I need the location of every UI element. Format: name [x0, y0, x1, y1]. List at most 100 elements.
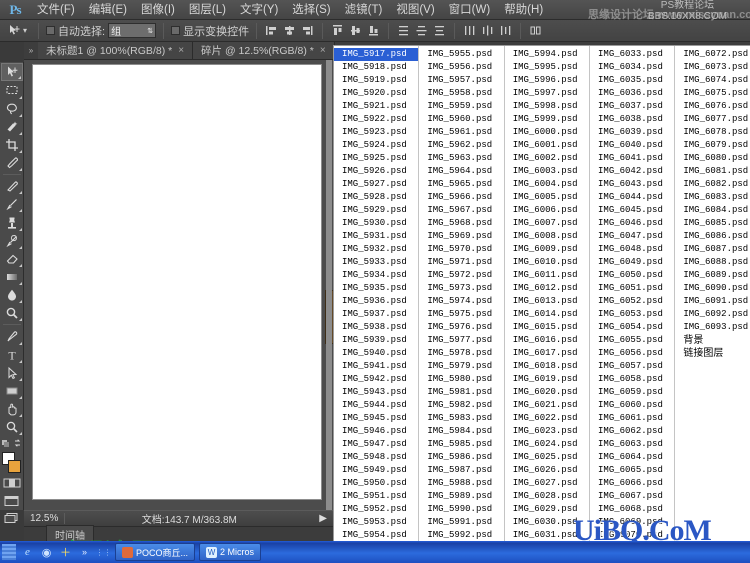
file-list-item[interactable]: IMG_6043.psd	[590, 178, 674, 191]
file-list-item[interactable]: IMG_5924.psd	[334, 139, 418, 152]
file-list-item[interactable]: IMG_5976.psd	[419, 321, 503, 334]
file-list-item[interactable]: IMG_5965.psd	[419, 178, 503, 191]
file-list-item[interactable]: IMG_6030.psd	[505, 516, 589, 529]
menu-image[interactable]: 图像(I)	[134, 0, 182, 20]
file-list-panel[interactable]: IMG_5917.psd IMG_5918.psd IMG_5919.psd IMG_…	[333, 45, 750, 563]
file-list-item[interactable]: IMG_5952.psd	[334, 503, 418, 516]
distribute-left-edges-icon[interactable]	[462, 23, 477, 38]
file-list-item[interactable]: IMG_6023.psd	[505, 425, 589, 438]
file-list-item[interactable]: IMG_6014.psd	[505, 308, 589, 321]
file-list-item[interactable]: IMG_6065.psd	[590, 464, 674, 477]
file-list-item[interactable]: IMG_6016.psd	[505, 334, 589, 347]
file-list-item[interactable]: IMG_6059.psd	[590, 386, 674, 399]
file-list-item[interactable]: IMG_5978.psd	[419, 347, 503, 360]
file-list-item[interactable]: IMG_5979.psd	[419, 360, 503, 373]
file-list-item[interactable]: IMG_5977.psd	[419, 334, 503, 347]
file-list-item[interactable]: IMG_6027.psd	[505, 477, 589, 490]
file-list-item[interactable]: IMG_5997.psd	[505, 87, 589, 100]
auto-select-dropdown[interactable]: 组 ⇅	[108, 23, 157, 38]
file-list-item[interactable]: IMG_5927.psd	[334, 178, 418, 191]
tool-hand[interactable]	[1, 400, 23, 418]
file-list-item[interactable]: IMG_6048.psd	[590, 243, 674, 256]
file-list-item[interactable]: IMG_6090.psd	[675, 282, 750, 295]
file-list-item[interactable]: IMG_6055.psd	[590, 334, 674, 347]
tool-move[interactable]	[0, 63, 23, 82]
tool-eraser[interactable]	[1, 250, 23, 268]
file-list-item[interactable]: IMG_6069.psd	[590, 516, 674, 529]
file-list-item[interactable]: IMG_5980.psd	[419, 373, 503, 386]
file-list-item[interactable]: IMG_5946.psd	[334, 425, 418, 438]
file-list-item[interactable]: IMG_6039.psd	[590, 126, 674, 139]
file-list-item[interactable]: IMG_6080.psd	[675, 152, 750, 165]
start-button[interactable]	[2, 544, 16, 560]
file-list-item[interactable]: IMG_6038.psd	[590, 113, 674, 126]
file-list-item[interactable]: IMG_6021.psd	[505, 399, 589, 412]
file-list-item[interactable]: IMG_6064.psd	[590, 451, 674, 464]
file-list-item[interactable]: IMG_5928.psd	[334, 191, 418, 204]
file-list-item[interactable]: 链接图层	[675, 347, 750, 360]
file-list-item[interactable]: IMG_5940.psd	[334, 347, 418, 360]
file-list-item[interactable]: IMG_6081.psd	[675, 165, 750, 178]
tool-zoom[interactable]	[1, 418, 23, 436]
file-list-item[interactable]: IMG_5929.psd	[334, 204, 418, 217]
menu-view[interactable]: 视图(V)	[389, 0, 441, 20]
file-list-item[interactable]: IMG_5948.psd	[334, 451, 418, 464]
file-list-item[interactable]: IMG_6088.psd	[675, 256, 750, 269]
document-canvas[interactable]	[32, 64, 333, 500]
file-list-item[interactable]: IMG_6082.psd	[675, 178, 750, 191]
file-list-item[interactable]: IMG_6075.psd	[675, 87, 750, 100]
file-list-item[interactable]: IMG_6013.psd	[505, 295, 589, 308]
close-icon[interactable]: ×	[320, 45, 326, 56]
tool-lasso[interactable]	[1, 100, 23, 118]
file-list-item[interactable]: IMG_6003.psd	[505, 165, 589, 178]
internet-explorer-icon[interactable]: e	[20, 545, 35, 560]
file-list-item[interactable]: IMG_6042.psd	[590, 165, 674, 178]
zoom-level-field[interactable]: 12.5%	[24, 513, 64, 524]
distribute-top-edges-icon[interactable]	[396, 23, 411, 38]
file-list-item[interactable]: IMG_5917.psd	[334, 48, 419, 61]
file-list-item[interactable]: IMG_6066.psd	[590, 477, 674, 490]
file-list-item[interactable]: IMG_6062.psd	[590, 425, 674, 438]
tool-crop[interactable]	[1, 136, 23, 154]
file-list-item[interactable]: IMG_5972.psd	[419, 269, 503, 282]
menu-help[interactable]: 帮助(H)	[497, 0, 550, 20]
align-right-edges-icon[interactable]	[300, 23, 315, 38]
taskbar-grip[interactable]: ⋮⋮	[96, 545, 112, 560]
tool-screen-mode[interactable]	[1, 492, 23, 510]
tool-dodge[interactable]	[1, 304, 23, 322]
file-list-item[interactable]: IMG_5944.psd	[334, 399, 418, 412]
file-list-item[interactable]: IMG_5994.psd	[505, 48, 589, 61]
screen-mode-icon[interactable]	[2, 511, 22, 525]
file-list-item[interactable]: IMG_6052.psd	[590, 295, 674, 308]
file-list-item[interactable]: IMG_5957.psd	[419, 74, 503, 87]
align-horizontal-centers-icon[interactable]	[282, 23, 297, 38]
file-list-item[interactable]: IMG_6072.psd	[675, 48, 750, 61]
file-list-item[interactable]: IMG_6008.psd	[505, 230, 589, 243]
file-list-item[interactable]: IMG_5919.psd	[334, 74, 418, 87]
file-list-item[interactable]: IMG_5967.psd	[419, 204, 503, 217]
file-list-item[interactable]: IMG_5955.psd	[419, 48, 503, 61]
file-list-item[interactable]: IMG_5960.psd	[419, 113, 503, 126]
file-list-item[interactable]: IMG_5953.psd	[334, 516, 418, 529]
file-list-item[interactable]: IMG_6050.psd	[590, 269, 674, 282]
file-list-item[interactable]: IMG_6067.psd	[590, 490, 674, 503]
file-list-item[interactable]: IMG_5966.psd	[419, 191, 503, 204]
file-list-item[interactable]: IMG_6053.psd	[590, 308, 674, 321]
file-list-item[interactable]: IMG_5934.psd	[334, 269, 418, 282]
file-list-item[interactable]: IMG_5973.psd	[419, 282, 503, 295]
taskbar-button-word[interactable]: W 2 Micros	[199, 543, 262, 561]
file-list-item[interactable]: IMG_5969.psd	[419, 230, 503, 243]
menu-edit[interactable]: 编辑(E)	[82, 0, 134, 20]
file-list-item[interactable]: IMG_5986.psd	[419, 451, 503, 464]
file-list-item[interactable]: IMG_5943.psd	[334, 386, 418, 399]
file-list-item[interactable]: IMG_5949.psd	[334, 464, 418, 477]
menu-file[interactable]: 文件(F)	[30, 0, 82, 20]
file-list-item[interactable]: IMG_6019.psd	[505, 373, 589, 386]
file-list-item[interactable]: IMG_6006.psd	[505, 204, 589, 217]
file-list-item[interactable]: IMG_6060.psd	[590, 399, 674, 412]
file-list-item[interactable]: IMG_5999.psd	[505, 113, 589, 126]
file-list-item[interactable]: IMG_5931.psd	[334, 230, 418, 243]
file-list-item[interactable]: IMG_6033.psd	[590, 48, 674, 61]
file-list-item[interactable]: IMG_5963.psd	[419, 152, 503, 165]
file-list-item[interactable]: IMG_6054.psd	[590, 321, 674, 334]
